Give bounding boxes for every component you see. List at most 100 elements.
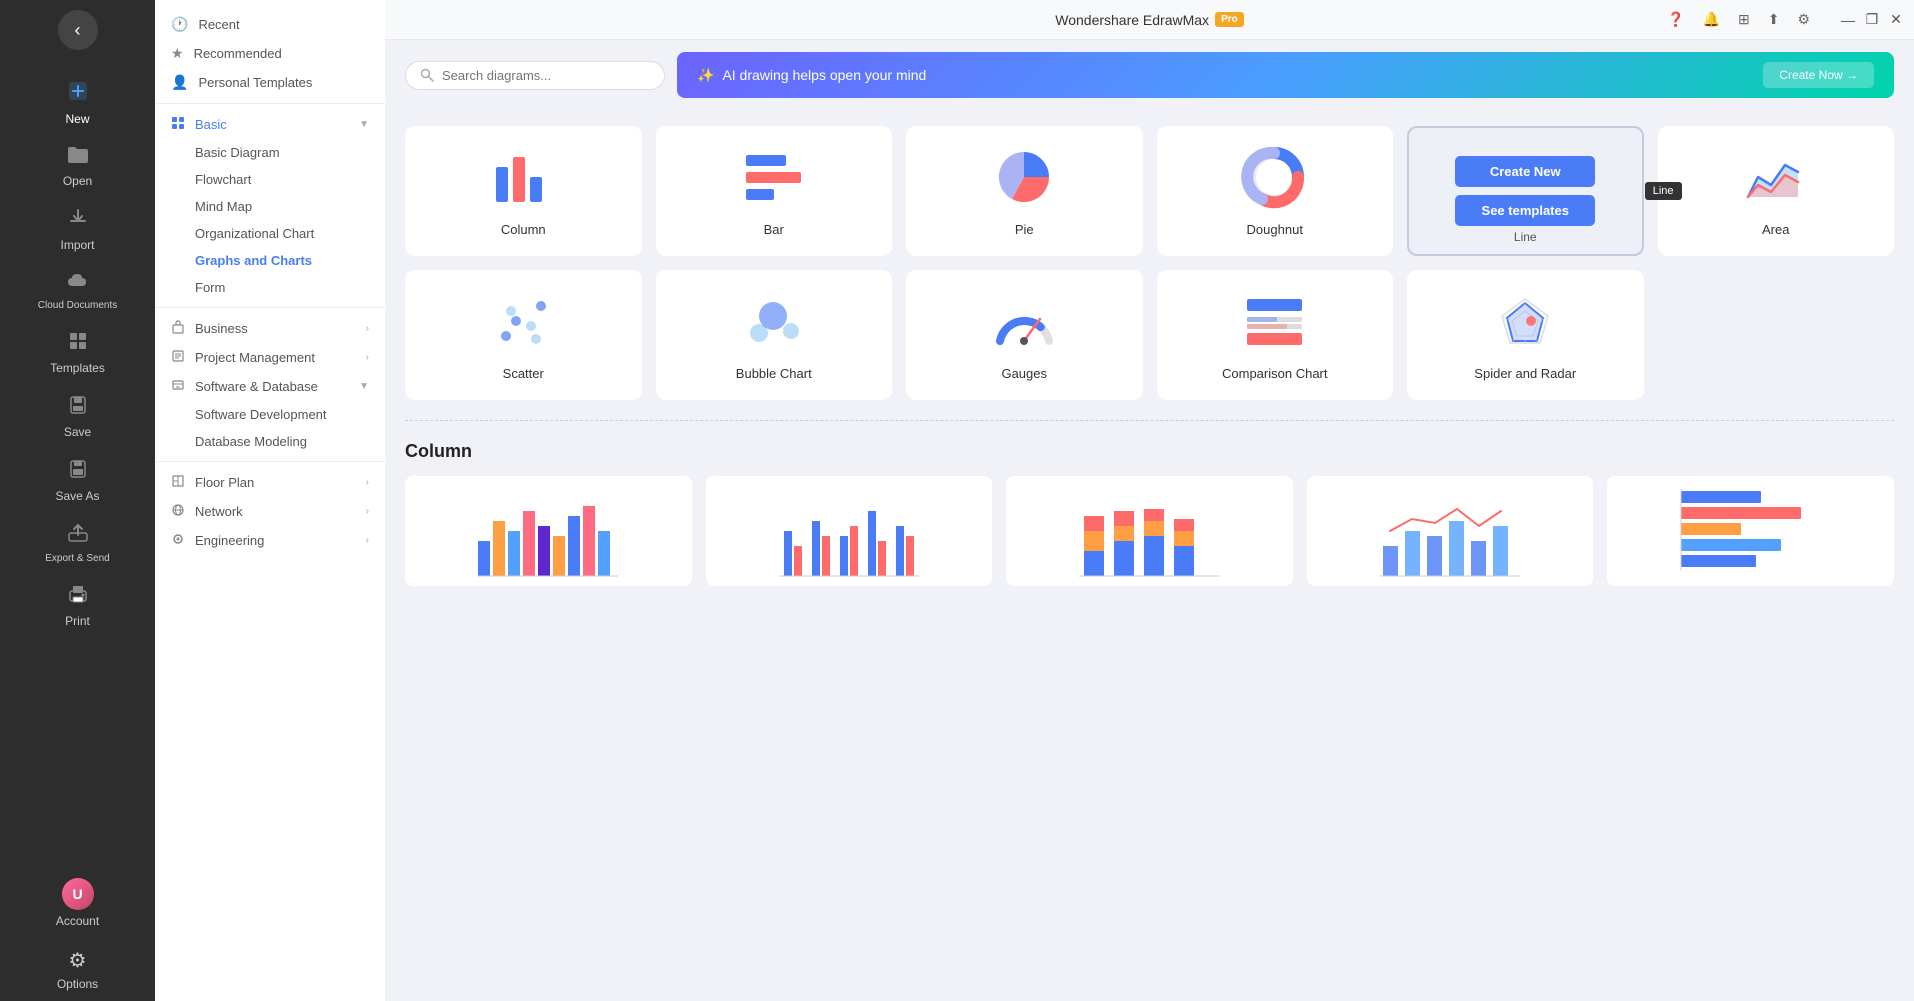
template-col-3[interactable] bbox=[1006, 476, 1293, 586]
network-icon bbox=[171, 503, 185, 520]
apps-grid-btn[interactable]: ⊞ bbox=[1734, 7, 1754, 32]
see-templates-button[interactable]: See templates bbox=[1455, 195, 1595, 226]
sidebar-item-cloud[interactable]: Cloud Documents bbox=[0, 262, 155, 321]
nav-business-label: Business bbox=[195, 321, 248, 336]
star-icon: ★ bbox=[171, 45, 184, 62]
card-bar[interactable]: Bar bbox=[656, 126, 893, 256]
close-button[interactable]: ✕ bbox=[1888, 12, 1904, 28]
sidebar-item-import[interactable]: Import bbox=[0, 198, 155, 262]
settings-btn[interactable]: ⚙ bbox=[1793, 7, 1814, 32]
floorplan-chevron-icon: › bbox=[366, 477, 369, 488]
nav-recommended-label: Recommended bbox=[194, 46, 282, 61]
template-col-4[interactable] bbox=[1307, 476, 1594, 586]
search-input[interactable] bbox=[442, 68, 650, 83]
card-comparison[interactable]: Comparison Chart bbox=[1157, 270, 1394, 400]
column-card-label: Column bbox=[501, 222, 546, 237]
template-col-2[interactable] bbox=[706, 476, 993, 586]
sidebar-item-templates[interactable]: Templates bbox=[0, 321, 155, 385]
project-icon bbox=[171, 349, 185, 366]
column-chart-icon bbox=[488, 142, 558, 212]
nav-flowchart[interactable]: Flowchart bbox=[155, 166, 385, 193]
app-title-text: Wondershare EdrawMax bbox=[1055, 12, 1209, 28]
nav-org-chart-label: Organizational Chart bbox=[195, 226, 314, 241]
nav-engineering[interactable]: Engineering › bbox=[155, 526, 385, 555]
sidebar-item-options[interactable]: ⚙ Options bbox=[0, 938, 155, 1001]
options-gear-icon: ⚙ bbox=[69, 948, 87, 973]
sidebar-item-save-label: Save bbox=[64, 425, 91, 439]
nav-floor-plan-label: Floor Plan bbox=[195, 475, 254, 490]
project-chevron-icon: › bbox=[366, 352, 369, 363]
nav-recent[interactable]: 🕐 Recent bbox=[155, 10, 385, 39]
back-button[interactable]: ‹ bbox=[58, 10, 98, 50]
sidebar-item-print-label: Print bbox=[65, 614, 90, 628]
template-col-1[interactable] bbox=[405, 476, 692, 586]
create-new-button[interactable]: Create New bbox=[1455, 156, 1595, 187]
help-icon-btn[interactable]: ❓ bbox=[1663, 7, 1688, 32]
clock-icon: 🕐 bbox=[171, 16, 188, 33]
nav-business[interactable]: Business › bbox=[155, 314, 385, 343]
nav-network[interactable]: Network › bbox=[155, 497, 385, 526]
save-as-icon bbox=[68, 459, 88, 485]
card-bubble[interactable]: Bubble Chart bbox=[656, 270, 893, 400]
sidebar-item-save[interactable]: Save bbox=[0, 385, 155, 449]
minimize-button[interactable]: — bbox=[1840, 12, 1856, 28]
nav-recommended[interactable]: ★ Recommended bbox=[155, 39, 385, 68]
card-line[interactable]: Create New See templates Line Line bbox=[1407, 126, 1644, 256]
software-icon bbox=[171, 378, 185, 395]
comparison-card-label: Comparison Chart bbox=[1222, 366, 1328, 381]
sidebar-item-export[interactable]: Export & Send bbox=[0, 513, 155, 574]
nav-basic[interactable]: Basic ▼ bbox=[155, 110, 385, 139]
upload-btn[interactable]: ⬆ bbox=[1764, 7, 1784, 32]
card-column[interactable]: Column bbox=[405, 126, 642, 256]
notification-btn[interactable]: 🔔 bbox=[1699, 7, 1724, 32]
nav-mindmap[interactable]: Mind Map bbox=[155, 193, 385, 220]
card-spider[interactable]: Spider and Radar bbox=[1407, 270, 1644, 400]
print-icon bbox=[67, 584, 89, 610]
sidebar-item-save-as[interactable]: Save As bbox=[0, 449, 155, 513]
nav-form-label: Form bbox=[195, 280, 225, 295]
spider-card-label: Spider and Radar bbox=[1474, 366, 1576, 381]
card-pie[interactable]: Pie bbox=[906, 126, 1143, 256]
nav-software-dev[interactable]: Software Development bbox=[155, 401, 385, 428]
software-chevron-icon: ▼ bbox=[359, 381, 369, 392]
title-bar: Wondershare EdrawMax Pro ❓ 🔔 ⊞ ⬆ ⚙ — ❐ ✕ bbox=[385, 0, 1914, 40]
sidebar-item-templates-label: Templates bbox=[50, 361, 105, 375]
nav-software-db[interactable]: Software & Database ▼ bbox=[155, 372, 385, 401]
nav-personal-label: Personal Templates bbox=[198, 75, 312, 90]
nav-personal[interactable]: 👤 Personal Templates bbox=[155, 68, 385, 97]
sidebar-item-open[interactable]: Open bbox=[0, 136, 155, 198]
nav-floor-plan[interactable]: Floor Plan › bbox=[155, 468, 385, 497]
column-section-title: Column bbox=[405, 441, 1894, 462]
maximize-button[interactable]: ❐ bbox=[1864, 12, 1880, 28]
nav-org-chart[interactable]: Organizational Chart bbox=[155, 220, 385, 247]
nav-divider-2 bbox=[155, 307, 385, 308]
sidebar-item-export-label: Export & Send bbox=[45, 553, 109, 564]
basic-icon bbox=[171, 116, 185, 133]
main-content: Wondershare EdrawMax Pro ❓ 🔔 ⊞ ⬆ ⚙ — ❐ ✕ bbox=[385, 0, 1914, 1001]
card-area[interactable]: Area bbox=[1658, 126, 1895, 256]
template-thumb-3 bbox=[1006, 476, 1293, 586]
sidebar-item-print[interactable]: Print bbox=[0, 574, 155, 638]
search-box[interactable] bbox=[405, 61, 665, 90]
doughnut-card-label: Doughnut bbox=[1247, 222, 1303, 237]
card-gauges[interactable]: Gauges bbox=[906, 270, 1143, 400]
floorplan-icon bbox=[171, 474, 185, 491]
ai-banner: ✨ AI drawing helps open your mind Create… bbox=[677, 52, 1894, 98]
sidebar-item-new[interactable]: New bbox=[0, 70, 155, 136]
template-col-5[interactable] bbox=[1607, 476, 1894, 586]
gauges-chart-icon bbox=[989, 286, 1059, 356]
ai-create-button[interactable]: Create Now → bbox=[1763, 62, 1874, 88]
sidebar-item-account[interactable]: U Account bbox=[0, 868, 155, 938]
nav-basic-diagram[interactable]: Basic Diagram bbox=[155, 139, 385, 166]
top-toolbar-icons: ❓ 🔔 ⊞ ⬆ ⚙ bbox=[1663, 7, 1814, 32]
pie-chart-icon bbox=[989, 142, 1059, 212]
card-doughnut[interactable]: Doughnut bbox=[1157, 126, 1394, 256]
gauges-card-label: Gauges bbox=[1001, 366, 1047, 381]
person-icon: 👤 bbox=[171, 74, 188, 91]
card-scatter[interactable]: Scatter bbox=[405, 270, 642, 400]
nav-database[interactable]: Database Modeling bbox=[155, 428, 385, 455]
nav-mindmap-label: Mind Map bbox=[195, 199, 252, 214]
nav-graphs-charts[interactable]: Graphs and Charts bbox=[155, 247, 385, 274]
nav-form[interactable]: Form bbox=[155, 274, 385, 301]
nav-project[interactable]: Project Management › bbox=[155, 343, 385, 372]
